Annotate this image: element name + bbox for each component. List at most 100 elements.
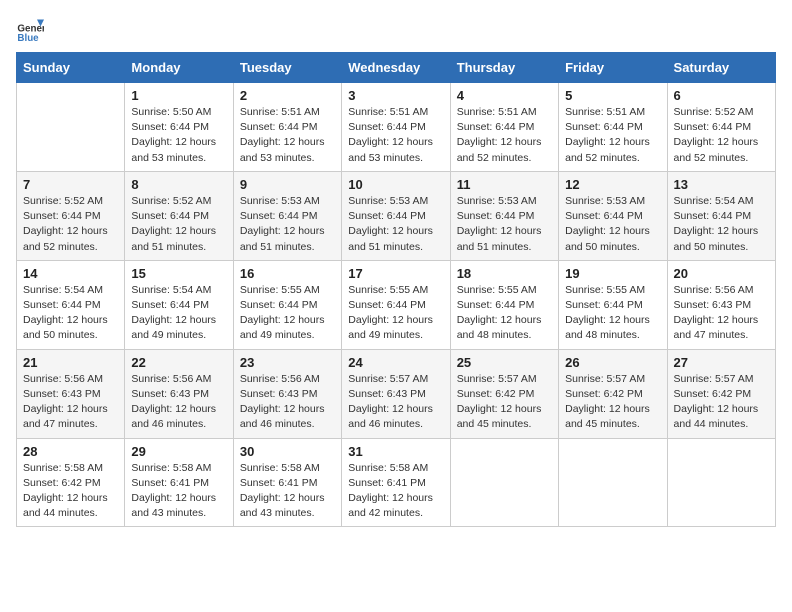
day-number: 3 [348, 88, 443, 103]
day-info: Sunrise: 5:56 AMSunset: 6:43 PMDaylight:… [240, 372, 335, 433]
calendar-cell: 11 Sunrise: 5:53 AMSunset: 6:44 PMDayligh… [450, 171, 558, 260]
calendar-cell: 7 Sunrise: 5:52 AMSunset: 6:44 PMDaylight… [17, 171, 125, 260]
day-number: 17 [348, 266, 443, 281]
day-info: Sunrise: 5:54 AMSunset: 6:44 PMDaylight:… [674, 194, 769, 255]
day-number: 1 [131, 88, 226, 103]
calendar-cell: 1 Sunrise: 5:50 AMSunset: 6:44 PMDaylight… [125, 83, 233, 172]
day-number: 7 [23, 177, 118, 192]
day-info: Sunrise: 5:57 AMSunset: 6:42 PMDaylight:… [674, 372, 769, 433]
day-info: Sunrise: 5:54 AMSunset: 6:44 PMDaylight:… [23, 283, 118, 344]
day-info: Sunrise: 5:53 AMSunset: 6:44 PMDaylight:… [240, 194, 335, 255]
day-number: 4 [457, 88, 552, 103]
calendar-cell: 19 Sunrise: 5:55 AMSunset: 6:44 PMDayligh… [559, 260, 667, 349]
day-number: 10 [348, 177, 443, 192]
day-number: 18 [457, 266, 552, 281]
calendar-week-4: 21Sunrise: 5:56 AMSunset: 6:43 PMDayligh… [17, 349, 776, 438]
calendar-cell: 12 Sunrise: 5:53 AMSunset: 6:44 PMDayligh… [559, 171, 667, 260]
day-info: Sunrise: 5:55 AMSunset: 6:44 PMDaylight:… [348, 283, 443, 344]
day-info: Sunrise: 5:51 AMSunset: 6:44 PMDaylight:… [348, 105, 443, 166]
logo-icon: General Blue [16, 16, 44, 44]
day-number: 19 [565, 266, 660, 281]
calendar-cell: 20Sunrise: 5:56 AMSunset: 6:43 PMDayligh… [667, 260, 775, 349]
day-number: 23 [240, 355, 335, 370]
day-info: Sunrise: 5:55 AMSunset: 6:44 PMDaylight:… [565, 283, 660, 344]
day-info: Sunrise: 5:58 AMSunset: 6:42 PMDaylight:… [23, 461, 118, 522]
day-info: Sunrise: 5:56 AMSunset: 6:43 PMDaylight:… [674, 283, 769, 344]
day-info: Sunrise: 5:57 AMSunset: 6:42 PMDaylight:… [565, 372, 660, 433]
day-info: Sunrise: 5:57 AMSunset: 6:43 PMDaylight:… [348, 372, 443, 433]
day-number: 27 [674, 355, 769, 370]
calendar-week-2: 7 Sunrise: 5:52 AMSunset: 6:44 PMDaylight… [17, 171, 776, 260]
day-number: 2 [240, 88, 335, 103]
day-info: Sunrise: 5:56 AMSunset: 6:43 PMDaylight:… [23, 372, 118, 433]
calendar-cell: 13 Sunrise: 5:54 AMSunset: 6:44 PMDayligh… [667, 171, 775, 260]
col-header-tuesday: Tuesday [233, 53, 341, 83]
calendar-cell: 31 Sunrise: 5:58 AMSunset: 6:41 PMDayligh… [342, 438, 450, 527]
day-info: Sunrise: 5:57 AMSunset: 6:42 PMDaylight:… [457, 372, 552, 433]
day-number: 6 [674, 88, 769, 103]
calendar-cell: 9 Sunrise: 5:53 AMSunset: 6:44 PMDaylight… [233, 171, 341, 260]
day-info: Sunrise: 5:58 AMSunset: 6:41 PMDaylight:… [348, 461, 443, 522]
calendar-cell: 14Sunrise: 5:54 AMSunset: 6:44 PMDayligh… [17, 260, 125, 349]
calendar-cell: 23 Sunrise: 5:56 AMSunset: 6:43 PMDayligh… [233, 349, 341, 438]
calendar-cell: 10 Sunrise: 5:53 AMSunset: 6:44 PMDayligh… [342, 171, 450, 260]
day-info: Sunrise: 5:50 AMSunset: 6:44 PMDaylight:… [131, 105, 226, 166]
day-info: Sunrise: 5:55 AMSunset: 6:44 PMDaylight:… [240, 283, 335, 344]
calendar-cell: 26 Sunrise: 5:57 AMSunset: 6:42 PMDayligh… [559, 349, 667, 438]
calendar-cell: 27 Sunrise: 5:57 AMSunset: 6:42 PMDayligh… [667, 349, 775, 438]
calendar-cell: 5 Sunrise: 5:51 AMSunset: 6:44 PMDaylight… [559, 83, 667, 172]
day-number: 31 [348, 444, 443, 459]
day-number: 28 [23, 444, 118, 459]
page-header: General Blue [16, 16, 776, 44]
calendar-cell: 15Sunrise: 5:54 AMSunset: 6:44 PMDayligh… [125, 260, 233, 349]
day-number: 11 [457, 177, 552, 192]
day-number: 5 [565, 88, 660, 103]
col-header-sunday: Sunday [17, 53, 125, 83]
calendar-cell: 3 Sunrise: 5:51 AMSunset: 6:44 PMDaylight… [342, 83, 450, 172]
col-header-saturday: Saturday [667, 53, 775, 83]
day-info: Sunrise: 5:51 AMSunset: 6:44 PMDaylight:… [565, 105, 660, 166]
calendar-cell: 17 Sunrise: 5:55 AMSunset: 6:44 PMDayligh… [342, 260, 450, 349]
day-number: 8 [131, 177, 226, 192]
day-info: Sunrise: 5:52 AMSunset: 6:44 PMDaylight:… [674, 105, 769, 166]
day-number: 9 [240, 177, 335, 192]
svg-text:Blue: Blue [17, 33, 39, 44]
day-number: 25 [457, 355, 552, 370]
day-info: Sunrise: 5:52 AMSunset: 6:44 PMDaylight:… [131, 194, 226, 255]
day-info: Sunrise: 5:58 AMSunset: 6:41 PMDaylight:… [131, 461, 226, 522]
logo: General Blue [16, 16, 48, 44]
day-number: 26 [565, 355, 660, 370]
calendar-cell [17, 83, 125, 172]
col-header-thursday: Thursday [450, 53, 558, 83]
day-number: 29 [131, 444, 226, 459]
calendar-cell [667, 438, 775, 527]
day-info: Sunrise: 5:51 AMSunset: 6:44 PMDaylight:… [457, 105, 552, 166]
calendar-cell: 6 Sunrise: 5:52 AMSunset: 6:44 PMDaylight… [667, 83, 775, 172]
calendar-cell: 24Sunrise: 5:57 AMSunset: 6:43 PMDayligh… [342, 349, 450, 438]
calendar-week-1: 1 Sunrise: 5:50 AMSunset: 6:44 PMDaylight… [17, 83, 776, 172]
calendar-week-3: 14Sunrise: 5:54 AMSunset: 6:44 PMDayligh… [17, 260, 776, 349]
calendar-cell: 2 Sunrise: 5:51 AMSunset: 6:44 PMDaylight… [233, 83, 341, 172]
calendar-cell [450, 438, 558, 527]
day-number: 22 [131, 355, 226, 370]
day-number: 13 [674, 177, 769, 192]
calendar-cell: 8 Sunrise: 5:52 AMSunset: 6:44 PMDaylight… [125, 171, 233, 260]
calendar-cell: 22 Sunrise: 5:56 AMSunset: 6:43 PMDayligh… [125, 349, 233, 438]
calendar-week-5: 28 Sunrise: 5:58 AMSunset: 6:42 PMDayligh… [17, 438, 776, 527]
day-info: Sunrise: 5:52 AMSunset: 6:44 PMDaylight:… [23, 194, 118, 255]
day-info: Sunrise: 5:58 AMSunset: 6:41 PMDaylight:… [240, 461, 335, 522]
day-info: Sunrise: 5:53 AMSunset: 6:44 PMDaylight:… [348, 194, 443, 255]
day-number: 30 [240, 444, 335, 459]
calendar-cell: 18Sunrise: 5:55 AMSunset: 6:44 PMDayligh… [450, 260, 558, 349]
col-header-wednesday: Wednesday [342, 53, 450, 83]
calendar-cell: 21Sunrise: 5:56 AMSunset: 6:43 PMDayligh… [17, 349, 125, 438]
day-number: 12 [565, 177, 660, 192]
calendar-cell: 16 Sunrise: 5:55 AMSunset: 6:44 PMDayligh… [233, 260, 341, 349]
day-info: Sunrise: 5:53 AMSunset: 6:44 PMDaylight:… [457, 194, 552, 255]
calendar-cell: 29 Sunrise: 5:58 AMSunset: 6:41 PMDayligh… [125, 438, 233, 527]
day-info: Sunrise: 5:51 AMSunset: 6:44 PMDaylight:… [240, 105, 335, 166]
day-number: 16 [240, 266, 335, 281]
day-info: Sunrise: 5:53 AMSunset: 6:44 PMDaylight:… [565, 194, 660, 255]
calendar-cell: 25 Sunrise: 5:57 AMSunset: 6:42 PMDayligh… [450, 349, 558, 438]
day-info: Sunrise: 5:56 AMSunset: 6:43 PMDaylight:… [131, 372, 226, 433]
